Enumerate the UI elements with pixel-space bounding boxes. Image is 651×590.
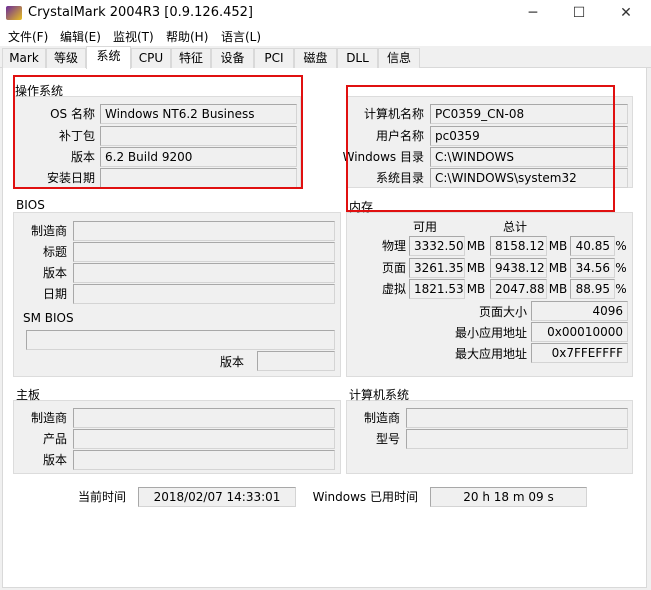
page-size-field: 4096 <box>531 301 628 321</box>
tab-dll[interactable]: DLL <box>337 48 378 68</box>
tab-mark[interactable]: Mark <box>2 48 46 68</box>
app-icon <box>6 6 22 20</box>
bios-version-field <box>73 263 335 283</box>
max-app-address-label: 最大应用地址 <box>454 347 527 361</box>
current-time-label: 当前时间 <box>77 490 126 504</box>
percent-sign: % <box>615 239 627 253</box>
mb-product-field <box>73 429 335 449</box>
available-header: 可用 <box>413 220 438 234</box>
memory-unit: MB <box>548 239 568 253</box>
tab-disk[interactable]: 磁盘 <box>294 48 337 68</box>
cs-vendor-field <box>406 408 628 428</box>
bios-title-field <box>73 242 335 262</box>
maximize-button[interactable]: ☐ <box>556 0 602 27</box>
tab-devices[interactable]: 设备 <box>211 48 254 68</box>
memory-unit: MB <box>466 239 486 253</box>
memory-unit: MB <box>548 282 568 296</box>
memory-percent-field: 88.95 <box>570 279 615 299</box>
percent-sign: % <box>615 282 627 296</box>
total-header: 总计 <box>503 220 528 234</box>
percent-sign: % <box>615 261 627 275</box>
memory-total-field: 8158.12 <box>490 236 547 256</box>
bios-group-title: BIOS <box>16 198 45 212</box>
menu-monitor[interactable]: 监视(T) <box>113 28 154 45</box>
bios-title-label: 标题 <box>42 245 67 259</box>
smbios-title: SM BIOS <box>23 311 74 325</box>
min-app-address-label: 最小应用地址 <box>454 326 527 340</box>
uptime-label: Windows 已用时间 <box>312 490 418 504</box>
close-button[interactable]: ✕ <box>603 0 649 27</box>
memory-available-field: 3332.50 <box>409 236 465 256</box>
memory-row-label: 页面 <box>381 261 406 275</box>
tab-info[interactable]: 信息 <box>378 48 420 68</box>
tab-system[interactable]: 系统 <box>86 46 131 69</box>
uptime-field: 20 h 18 m 09 s <box>430 487 587 507</box>
memory-percent-field: 34.56 <box>570 258 615 278</box>
tab-rank[interactable]: 等级 <box>46 48 86 68</box>
menu-language[interactable]: 语言(L) <box>221 28 261 45</box>
mb-vendor-field <box>73 408 335 428</box>
cs-model-label: 型号 <box>375 432 400 446</box>
bios-vendor-field <box>73 221 335 241</box>
bios-date-label: 日期 <box>42 287 67 301</box>
smbios-version-label: 版本 <box>219 355 244 369</box>
tab-features[interactable]: 特征 <box>171 48 211 68</box>
bios-vendor-label: 制造商 <box>30 224 67 238</box>
highlight-box-computer <box>346 85 615 212</box>
window-title: CrystalMark 2004R3 [0.9.126.452] <box>28 5 253 20</box>
memory-percent-field: 40.85 <box>570 236 615 256</box>
min-app-address-field: 0x00010000 <box>531 322 628 342</box>
memory-available-field: 1821.53 <box>409 279 465 299</box>
bios-version-label: 版本 <box>42 266 67 280</box>
cs-model-field <box>406 429 628 449</box>
tab-pci[interactable]: PCI <box>254 48 294 68</box>
tab-cpu[interactable]: CPU <box>131 48 171 68</box>
memory-row-label: 虚拟 <box>381 282 406 296</box>
smbios-version-field <box>257 351 335 371</box>
memory-total-field: 2047.88 <box>490 279 547 299</box>
cs-vendor-label: 制造商 <box>363 411 400 425</box>
memory-unit: MB <box>466 282 486 296</box>
minimize-button[interactable]: ─ <box>510 0 556 27</box>
mb-vendor-label: 制造商 <box>30 411 67 425</box>
menu-file[interactable]: 文件(F) <box>8 28 48 45</box>
mb-version-label: 版本 <box>42 453 67 467</box>
bios-date-field <box>73 284 335 304</box>
memory-available-field: 3261.35 <box>409 258 465 278</box>
memory-unit: MB <box>466 261 486 275</box>
computer-system-group-title: 计算机系统 <box>349 388 410 402</box>
mb-product-label: 产品 <box>42 432 67 446</box>
current-time-field: 2018/02/07 14:33:01 <box>138 487 296 507</box>
mb-version-field <box>73 450 335 470</box>
motherboard-group-title: 主板 <box>16 388 41 402</box>
memory-row-label: 物理 <box>381 239 406 253</box>
smbios-field <box>26 330 335 350</box>
memory-total-field: 9438.12 <box>490 258 547 278</box>
memory-unit: MB <box>548 261 568 275</box>
highlight-box-os <box>13 75 303 189</box>
max-app-address-field: 0x7FFEFFFF <box>531 343 628 363</box>
menu-edit[interactable]: 编辑(E) <box>60 28 101 45</box>
page-size-label: 页面大小 <box>478 305 527 319</box>
menu-help[interactable]: 帮助(H) <box>166 28 208 45</box>
